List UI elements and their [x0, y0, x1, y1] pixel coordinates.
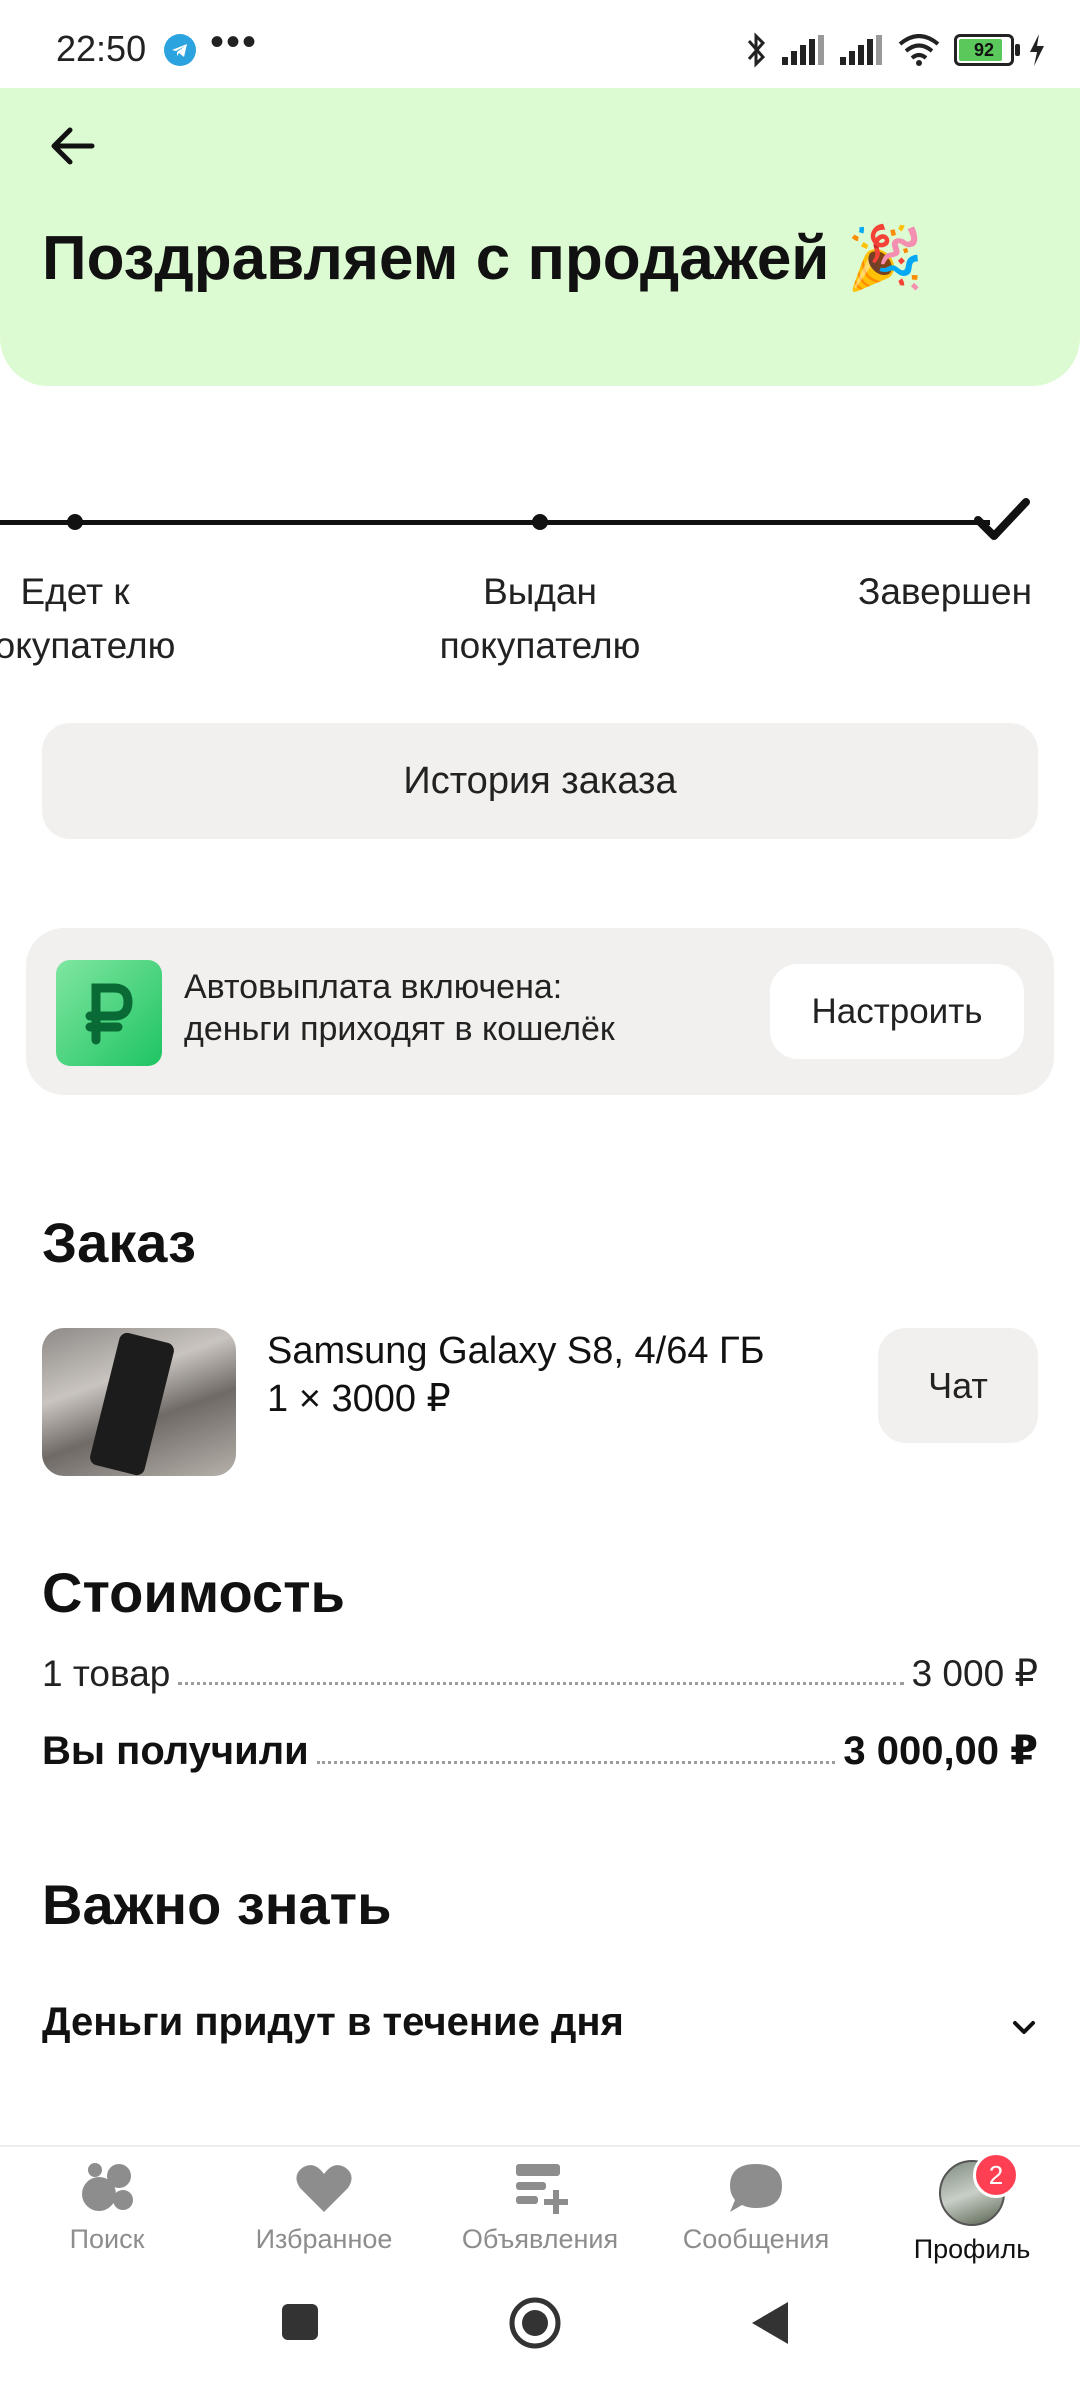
product-thumbnail[interactable] [42, 1328, 236, 1476]
cost-items-value: 3 000 ₽ [911, 1653, 1038, 1694]
cost-received-label: Вы получили [42, 1729, 309, 1773]
telegram-icon [164, 34, 196, 66]
nav-label-profile: Профиль [913, 2234, 1031, 2264]
product-quantity-price: 1 × 3000 ₽ [267, 1378, 451, 1420]
product-info[interactable]: Samsung Galaxy S8, 4/64 ГБ 1 × 3000 ₽ [267, 1327, 765, 1423]
battery-icon: 92 [954, 34, 1020, 66]
checkmark-icon [972, 496, 1032, 546]
status-icons: 92 [746, 30, 1046, 70]
back-nav-icon[interactable] [750, 2300, 790, 2346]
step-label-2: Выдан покупателю [439, 571, 641, 666]
cost-items-label: 1 товар [42, 1653, 171, 1694]
nav-search[interactable]: Поиск [7, 2160, 207, 2255]
progress-line [0, 520, 990, 525]
back-arrow-icon[interactable] [46, 118, 102, 174]
autopay-line-1: Автовыплата включена: [184, 968, 563, 1006]
signal-icon [782, 35, 824, 65]
nav-label-favorites: Избранное [255, 2224, 393, 2254]
status-bar: 22:50 ••• 92 [0, 0, 1080, 96]
chat-button[interactable]: Чат [878, 1328, 1038, 1443]
order-history-button[interactable]: История заказа [42, 723, 1038, 839]
home-icon[interactable] [508, 2296, 562, 2350]
more-notifications-icon: ••• [210, 20, 259, 64]
notification-badge: 2 [973, 2152, 1019, 2198]
cost-items-row: 1 товар 3 000 ₽ [42, 1652, 1038, 1695]
nav-messages[interactable]: Сообщения [656, 2160, 856, 2255]
nav-profile[interactable]: 2 Профиль [872, 2152, 1072, 2265]
bluetooth-icon [747, 32, 766, 68]
status-time: 22:50 [56, 28, 147, 69]
system-nav-bar [0, 2280, 1080, 2400]
battery-level: 92 [973, 40, 995, 60]
nav-label-search: Поиск [69, 2224, 145, 2254]
search-bubbles-icon [82, 2163, 133, 2211]
step-label-1: Едет к покупателю [0, 571, 176, 666]
step-label-3: Завершен [857, 571, 1032, 612]
nav-favorites[interactable]: Избранное [224, 2160, 424, 2255]
chevron-down-icon[interactable] [1010, 2014, 1038, 2042]
order-heading: Заказ [42, 1211, 196, 1274]
ruble-wallet-icon [56, 960, 162, 1066]
progress-dot-1 [67, 514, 83, 530]
signal-icon-2 [840, 35, 882, 65]
cost-heading: Стоимость [42, 1561, 345, 1624]
important-heading: Важно знать [42, 1873, 392, 1936]
avatar: 2 [939, 2152, 1019, 2226]
cost-received-row: Вы получили 3 000,00 ₽ [42, 1728, 1038, 1774]
cost-received-value: 3 000,00 ₽ [843, 1729, 1038, 1773]
nav-label-messages: Сообщения [682, 2224, 830, 2254]
recent-apps-icon[interactable] [280, 2302, 320, 2342]
charging-icon [1030, 34, 1044, 66]
ads-list-icon [516, 2164, 568, 2214]
page-title: Поздравляем с продажей 🎉 [42, 224, 924, 293]
autopay-line-2: деньги приходят в кошелёк [184, 1010, 615, 1048]
setup-autopay-button[interactable]: Настроить [770, 964, 1024, 1059]
heart-icon [296, 2165, 352, 2212]
chat-bubble-icon [730, 2164, 782, 2212]
progress-dot-2 [532, 514, 548, 530]
wifi-icon [898, 34, 940, 66]
product-name: Samsung Galaxy S8, 4/64 ГБ [267, 1330, 765, 1372]
nav-ads[interactable]: Объявления [440, 2160, 640, 2255]
autopay-text: Автовыплата включена: деньги приходят в … [184, 966, 615, 1050]
nav-label-ads: Объявления [461, 2224, 619, 2254]
important-item-money[interactable]: Деньги придут в течение дня [42, 2000, 1038, 2045]
